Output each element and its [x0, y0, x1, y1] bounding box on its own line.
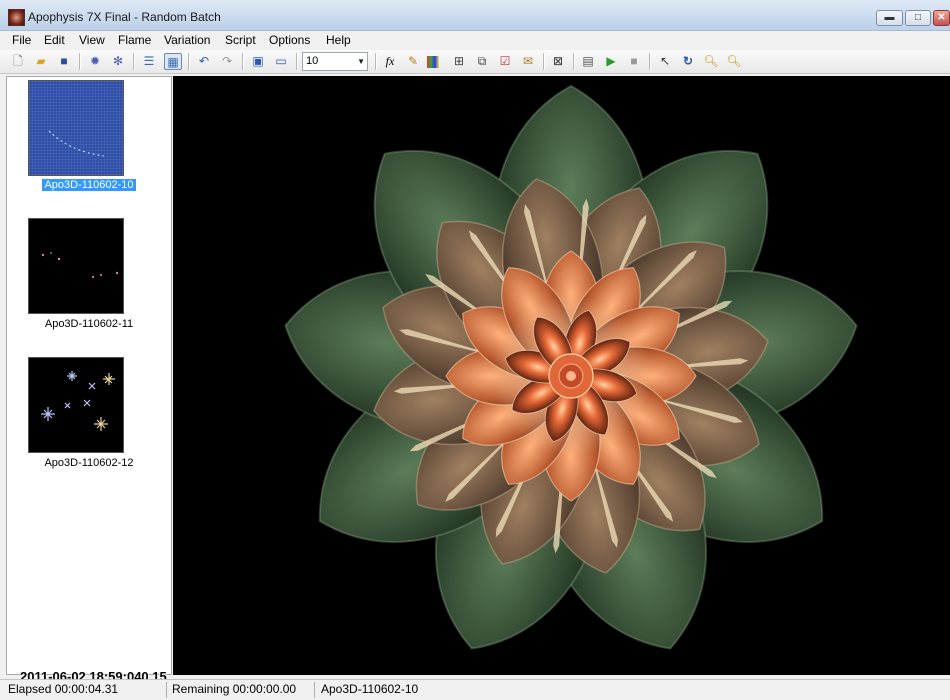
batch-gears-icon[interactable]: ✻ — [109, 53, 127, 70]
toolbar-separator — [543, 53, 545, 70]
menu-bar: File Edit View Flame Variation Script Op… — [0, 31, 950, 50]
thumbnail-preview — [48, 130, 105, 157]
script-icon[interactable]: ▤ — [579, 53, 597, 70]
toolbar-separator — [133, 53, 135, 70]
mutate-icon[interactable]: ⊞ — [450, 53, 468, 70]
icon-view-icon[interactable]: ▦ — [164, 53, 182, 70]
flame-label[interactable]: Apo3D-110602-12 — [7, 457, 171, 469]
toolbar-separator — [242, 53, 244, 70]
script-editor-icon[interactable]: ✉ — [519, 53, 537, 70]
menu-help[interactable]: Help — [326, 33, 351, 47]
title-bar: Apophysis 7X Final - Random Batch ▬ □ ✕ — [0, 0, 950, 31]
fractal-flame-image — [271, 85, 871, 675]
flame-thumbnail[interactable] — [28, 80, 124, 176]
status-divider — [314, 682, 315, 698]
flame-thumbnail[interactable] — [28, 357, 124, 453]
adjust-icon[interactable]: ⧉ — [473, 53, 491, 70]
redo-icon[interactable]: ↷ — [218, 53, 236, 70]
thumbnail-preview — [41, 371, 115, 431]
menu-options[interactable]: Options — [269, 33, 310, 47]
gradient-icon[interactable] — [427, 56, 439, 68]
menu-view[interactable]: View — [79, 33, 105, 47]
toolbar-separator — [573, 53, 575, 70]
toolbar-separator — [375, 53, 377, 70]
close-button[interactable]: ✕ — [933, 10, 950, 26]
preview-window-icon[interactable]: ▭ — [272, 53, 290, 70]
new-file-icon[interactable]: 🗋 — [9, 53, 27, 70]
toolbar-separator — [79, 53, 81, 70]
quality-select[interactable]: 10 ▼ — [302, 52, 368, 71]
save-icon[interactable]: ■ — [55, 53, 73, 70]
options-icon[interactable]: ☑ — [496, 53, 514, 70]
flame-list[interactable]: Apo3D-110602-10 Apo3D-110602-11 Apo3D-11… — [6, 76, 172, 675]
toolbar: 🗋 ▰ ■ ✹ ✻ ☰ ▦ ↶ ↷ ▣ ▭ 10 ▼ fx ✎ ⊞ ⧉ ☑ ✉ … — [0, 50, 950, 74]
list-view-icon[interactable]: ☰ — [140, 53, 158, 70]
zoom-out-icon[interactable]: 🔍︎ — [725, 53, 743, 70]
status-bar: Elapsed 00:00:04.31 Remaining 00:00:00.0… — [0, 679, 950, 700]
menu-flame[interactable]: Flame — [118, 33, 151, 47]
formula-icon[interactable]: fx — [381, 53, 399, 70]
remaining-time: Remaining 00:00:00.00 — [172, 682, 297, 696]
current-flame-name: Apo3D-110602-10 — [321, 682, 419, 696]
menu-variation[interactable]: Variation — [164, 33, 210, 47]
chevron-down-icon: ▼ — [357, 57, 365, 66]
quality-value: 10 — [306, 55, 319, 67]
rotate-icon[interactable]: ↻ — [679, 53, 697, 70]
status-divider — [166, 682, 167, 698]
toolbar-separator — [188, 53, 190, 70]
app-icon[interactable] — [8, 9, 25, 26]
zoom-in-icon[interactable]: 🔍︎ — [702, 53, 720, 70]
elapsed-time: Elapsed 00:00:04.31 — [8, 682, 119, 696]
flame-label[interactable]: Apo3D-110602-10 — [7, 179, 171, 191]
undo-icon[interactable]: ↶ — [195, 53, 213, 70]
flame-label[interactable]: Apo3D-110602-11 — [7, 318, 171, 330]
edit-icon[interactable]: ✎ — [404, 53, 422, 70]
open-folder-icon[interactable]: ▰ — [32, 53, 50, 70]
thumbnail-preview — [41, 252, 119, 279]
fullscreen-icon[interactable]: ▣ — [249, 53, 267, 70]
flame-thumbnail[interactable] — [28, 218, 124, 314]
flame-render-area[interactable] — [173, 76, 950, 675]
toolbar-separator — [296, 53, 298, 70]
select-cursor-icon[interactable]: ↖ — [656, 53, 674, 70]
render-gear-icon[interactable]: ✹ — [86, 53, 104, 70]
minimize-button[interactable]: ▬ — [876, 10, 903, 26]
window-title: Apophysis 7X Final - Random Batch — [28, 10, 221, 24]
play-icon[interactable]: ▶ — [602, 53, 620, 70]
menu-script[interactable]: Script — [225, 33, 256, 47]
menu-edit[interactable]: Edit — [44, 33, 65, 47]
reset-location-icon[interactable]: ⊠ — [549, 53, 567, 70]
maximize-button[interactable]: □ — [905, 10, 931, 26]
toolbar-separator — [649, 53, 651, 70]
stop-icon[interactable]: ■ — [625, 53, 643, 70]
menu-file[interactable]: File — [12, 33, 31, 47]
